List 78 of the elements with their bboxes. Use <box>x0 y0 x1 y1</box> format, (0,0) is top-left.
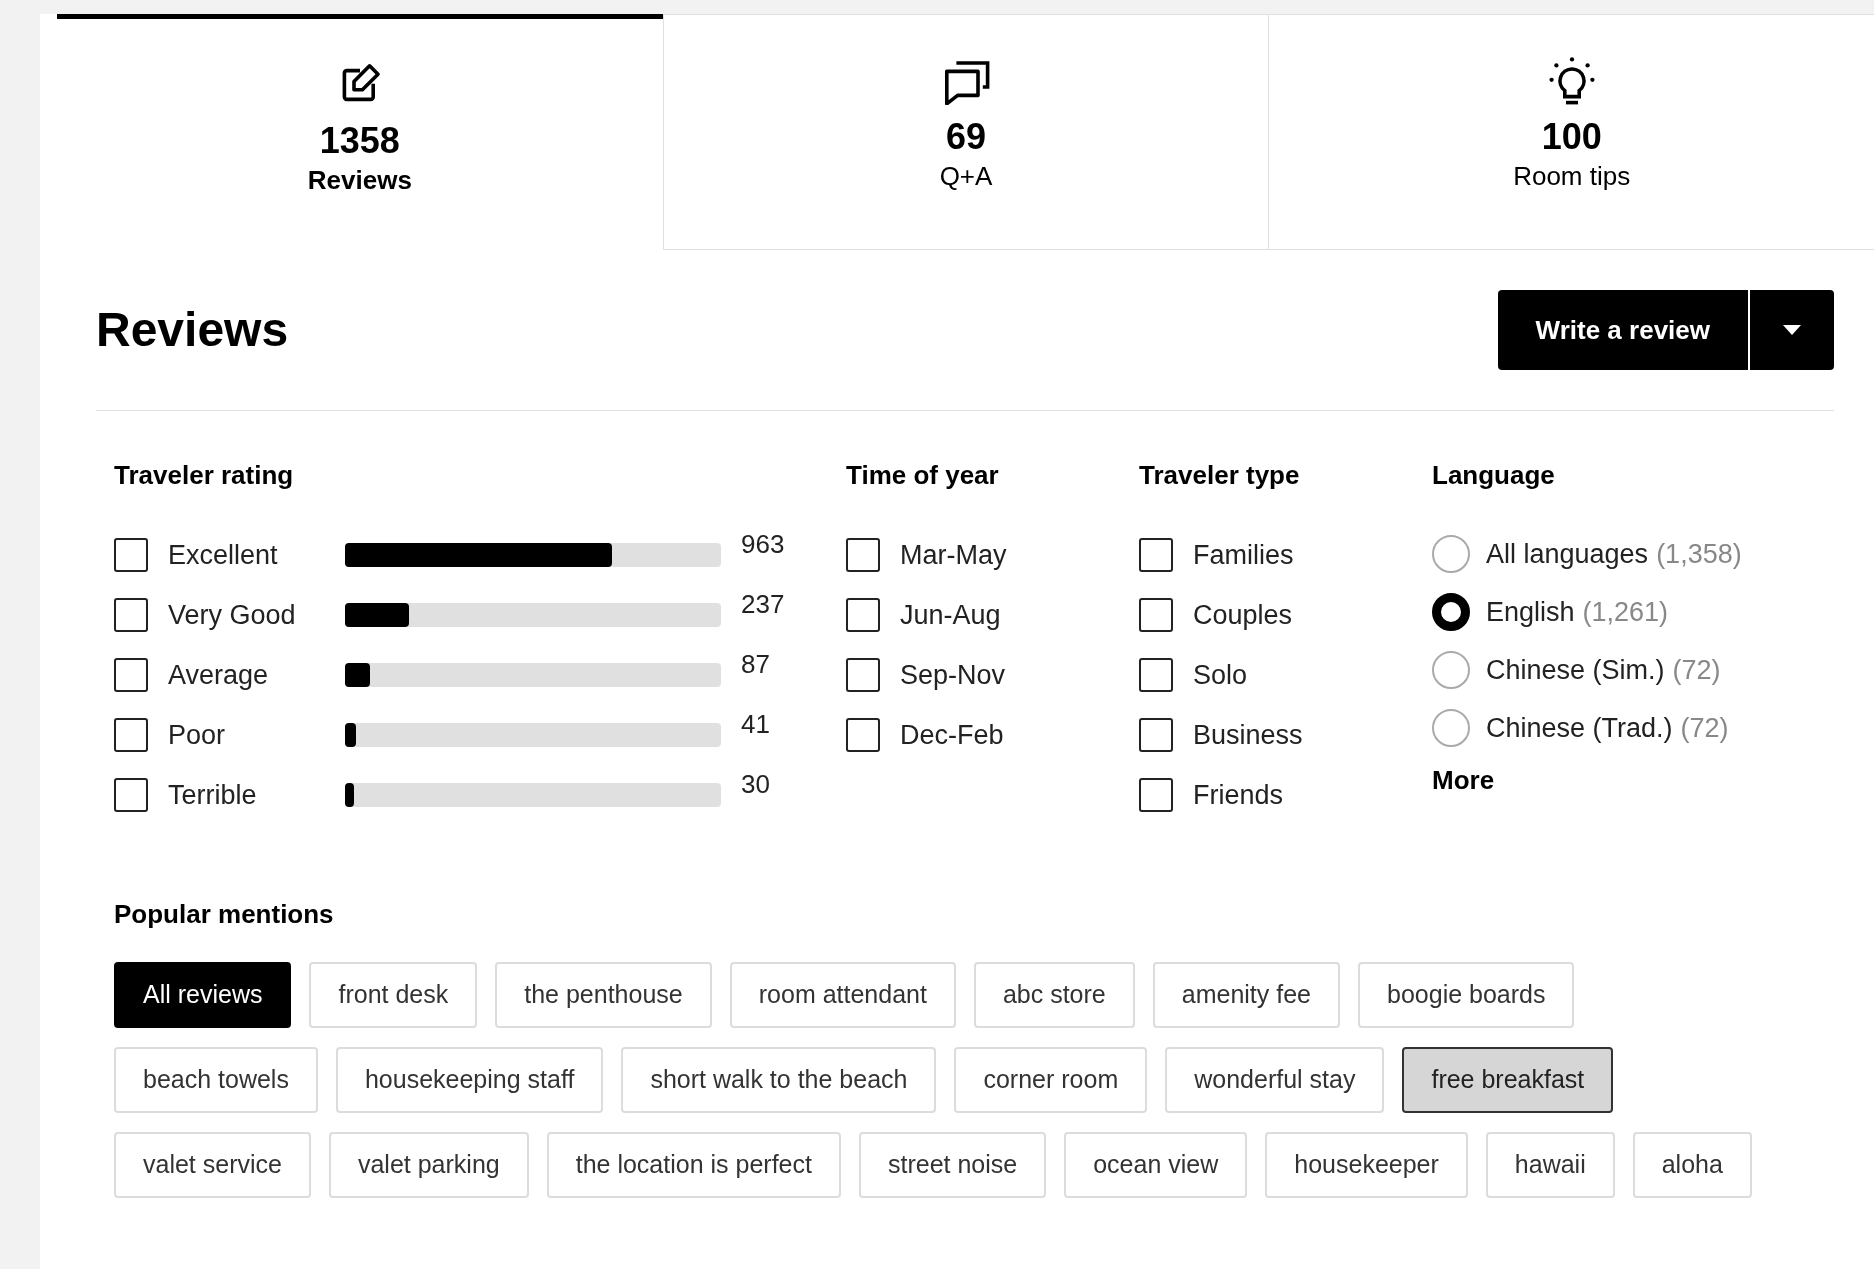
language-count: (1,358) <box>1656 537 1742 571</box>
radio-button[interactable] <box>1432 535 1470 573</box>
mention-chip[interactable]: the penthouse <box>495 962 712 1028</box>
write-review-button[interactable]: Write a review <box>1497 290 1748 370</box>
filter-title: Time of year <box>846 459 1000 492</box>
checkbox[interactable] <box>114 658 148 692</box>
tab[interactable]: 100 Room tips <box>1268 14 1874 250</box>
checkbox[interactable] <box>1139 658 1173 692</box>
checkbox[interactable] <box>114 538 148 572</box>
checkbox[interactable] <box>114 778 148 812</box>
mention-chip[interactable]: wonderful stay <box>1165 1047 1385 1113</box>
tab[interactable]: 69 Q+A <box>662 14 1269 250</box>
rating-count: 237 <box>741 588 785 621</box>
checkbox-label[interactable]: Sep-Nov <box>900 654 1006 696</box>
mention-chip[interactable]: ocean view <box>1064 1132 1248 1198</box>
checkbox-label[interactable]: Dec-Feb <box>900 714 1004 756</box>
checkbox[interactable] <box>846 538 880 572</box>
language-label[interactable]: Chinese (Trad.) <box>1486 707 1673 749</box>
checkbox-label[interactable]: Friends <box>1193 774 1284 816</box>
mention-chip[interactable]: boogie boards <box>1358 962 1575 1028</box>
checkbox[interactable] <box>1139 538 1173 572</box>
mention-chip[interactable]: housekeeping staff <box>335 1047 604 1113</box>
rating-count: 87 <box>741 648 770 681</box>
mention-chip[interactable]: aloha <box>1632 1132 1752 1198</box>
language-count: (72) <box>1680 711 1729 745</box>
caret-icon <box>1783 325 1801 335</box>
language-count: (1,261) <box>1582 595 1669 629</box>
checkbox[interactable] <box>1139 598 1173 632</box>
filter-title: Traveler rating <box>114 459 295 492</box>
mention-chip[interactable]: free breakfast <box>1402 1047 1614 1113</box>
checkbox[interactable] <box>846 658 880 692</box>
checkbox-label[interactable]: Mar-May <box>900 534 1007 576</box>
rating-count: 963 <box>741 528 785 561</box>
mention-chip[interactable]: amenity fee <box>1152 962 1340 1028</box>
rating-label[interactable]: Poor <box>168 714 345 756</box>
rating-label[interactable]: Very Good <box>168 594 345 636</box>
mention-chip[interactable]: All reviews <box>114 962 292 1028</box>
mention-chip[interactable]: hawaii <box>1485 1132 1615 1198</box>
section-heading: Reviews <box>96 302 289 358</box>
mention-chip[interactable]: abc store <box>973 962 1135 1028</box>
checkbox-label[interactable]: Couples <box>1193 594 1293 636</box>
lightbulb-icon <box>1547 57 1596 105</box>
more-link[interactable]: More <box>1432 761 1832 800</box>
mention-chip[interactable]: housekeeper <box>1265 1132 1468 1198</box>
checkbox-label[interactable]: Jun-Aug <box>900 594 1001 636</box>
mention-chip[interactable]: front desk <box>309 962 478 1028</box>
checkbox[interactable] <box>1139 778 1173 812</box>
rating-label[interactable]: Excellent <box>168 534 345 576</box>
mention-chip[interactable]: valet service <box>114 1132 311 1198</box>
checkbox[interactable] <box>114 718 148 752</box>
mention-chip[interactable]: the location is perfect <box>546 1132 841 1198</box>
rating-label[interactable]: Average <box>168 654 345 696</box>
checkbox[interactable] <box>114 598 148 632</box>
filter-title: Language <box>1432 459 1556 492</box>
language-label[interactable]: English <box>1486 591 1575 633</box>
mention-chip[interactable]: valet parking <box>328 1132 529 1198</box>
filter-title: Traveler type <box>1139 459 1301 492</box>
radio-button[interactable] <box>1432 593 1470 631</box>
checkbox[interactable] <box>846 718 880 752</box>
mention-chip[interactable]: beach towels <box>114 1047 318 1113</box>
checkbox[interactable] <box>846 598 880 632</box>
radio-button[interactable] <box>1432 709 1470 747</box>
section-title: Popular mentions <box>114 898 335 931</box>
checkbox-label[interactable]: Solo <box>1193 654 1248 696</box>
checkbox-label[interactable]: Families <box>1193 534 1294 576</box>
language-count: (72) <box>1672 653 1721 687</box>
mention-chip[interactable]: short walk to the beach <box>621 1047 937 1113</box>
rating-count: 41 <box>741 708 770 741</box>
language-label[interactable]: All languages <box>1486 533 1649 575</box>
language-label[interactable]: Chinese (Sim.) <box>1486 649 1665 691</box>
radio-button[interactable] <box>1432 651 1470 689</box>
checkbox-label[interactable]: Business <box>1193 714 1303 756</box>
mention-chip[interactable]: corner room <box>954 1047 1148 1113</box>
checkbox[interactable] <box>1139 718 1173 752</box>
rating-label[interactable]: Terrible <box>168 774 345 816</box>
mention-chip[interactable]: street noise <box>858 1132 1047 1198</box>
rating-count: 30 <box>741 768 770 801</box>
mention-chip[interactable]: room attendant <box>729 962 956 1028</box>
